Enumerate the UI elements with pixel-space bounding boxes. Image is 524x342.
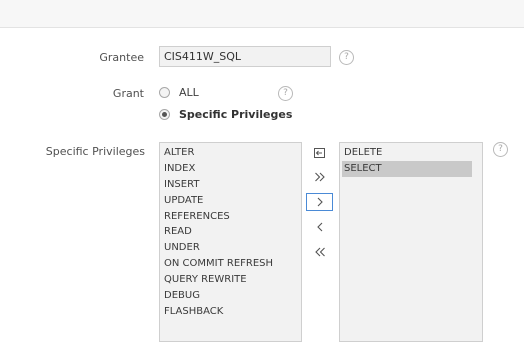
specific-privileges-help-icon[interactable]: ? <box>493 142 508 157</box>
chevron-right-icon <box>316 197 324 207</box>
list-item[interactable]: REFERENCES <box>162 209 299 225</box>
grant-all-radio[interactable] <box>159 86 170 98</box>
page-header-bar <box>0 0 524 28</box>
list-item[interactable]: DEBUG <box>162 288 299 304</box>
specific-privileges-label: Specific Privileges <box>45 145 145 158</box>
list-item[interactable]: UPDATE <box>162 193 299 209</box>
list-item[interactable]: INDEX <box>162 161 299 177</box>
selected-privileges-list[interactable]: DELETE SELECT <box>339 142 483 342</box>
reset-button[interactable] <box>306 144 333 162</box>
double-chevron-right-icon <box>314 172 326 182</box>
list-item[interactable]: UNDER <box>162 240 299 256</box>
grant-all-label: ALL <box>179 85 199 99</box>
remove-all-button[interactable] <box>306 243 333 261</box>
grantee-field[interactable]: CIS411W_SQL <box>159 46 331 67</box>
remove-button[interactable] <box>306 218 333 236</box>
list-item[interactable]: INSERT <box>162 177 299 193</box>
grant-specific-radio[interactable] <box>159 108 170 120</box>
move-all-button[interactable] <box>306 168 333 186</box>
double-chevron-left-icon <box>314 247 326 257</box>
grant-option-all[interactable]: ALL <box>159 85 199 99</box>
move-button[interactable] <box>306 193 333 211</box>
list-item[interactable]: ON COMMIT REFRESH <box>162 256 299 272</box>
undo-icon <box>313 147 326 159</box>
grant-option-specific[interactable]: Specific Privileges <box>159 107 292 121</box>
chevron-left-icon <box>316 222 324 232</box>
list-item[interactable]: FLASHBACK <box>162 304 299 320</box>
list-item-selected[interactable]: SELECT <box>342 160 472 177</box>
list-item[interactable]: DELETE <box>342 145 480 161</box>
grantee-help-icon[interactable]: ? <box>339 50 354 65</box>
grant-help-icon[interactable]: ? <box>278 86 293 101</box>
grant-label: Grant <box>112 87 144 100</box>
grantee-label: Grantee <box>99 51 144 64</box>
grant-specific-label: Specific Privileges <box>179 107 293 121</box>
list-item[interactable]: ALTER <box>162 145 299 161</box>
list-item[interactable]: QUERY REWRITE <box>162 272 299 288</box>
list-item[interactable]: READ <box>162 224 299 240</box>
available-privileges-list[interactable]: ALTER INDEX INSERT UPDATE REFERENCES REA… <box>159 142 302 342</box>
